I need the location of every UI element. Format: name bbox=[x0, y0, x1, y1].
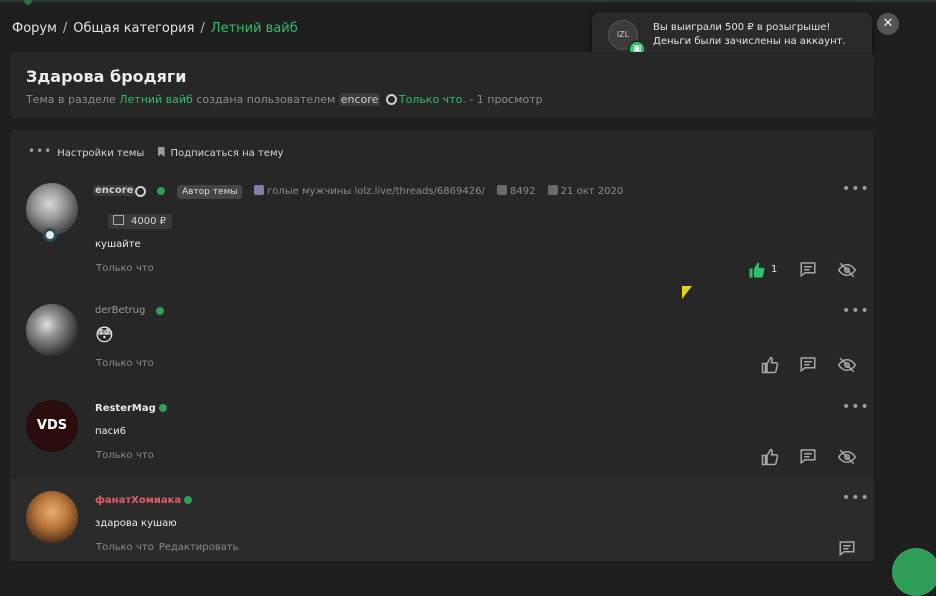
comment-icon[interactable] bbox=[838, 539, 856, 557]
post-menu-icon[interactable]: ••• bbox=[842, 400, 870, 414]
balance-value: 4000 ₽ bbox=[131, 216, 166, 227]
post-user-meta: голые мужчины lolz.live/threads/6869426/… bbox=[254, 185, 623, 197]
online-indicator bbox=[156, 307, 164, 315]
post-encore: encore Автор темы голые мужчины lolz.liv… bbox=[10, 166, 874, 286]
hide-icon[interactable] bbox=[837, 261, 857, 279]
post-time-label[interactable]: Только что bbox=[96, 542, 154, 553]
post-time[interactable]: Только что bbox=[96, 450, 154, 461]
post-restermag: VDS ResterMag паси6 Только что ••• bbox=[10, 386, 874, 478]
like-icon bbox=[497, 185, 508, 195]
meta-created: создана пользователем bbox=[196, 93, 336, 106]
breadcrumb-item-section[interactable]: Летний вайб bbox=[211, 21, 298, 36]
notification-line1: Вы выиграли 500 ₽ в розыгрыше! bbox=[653, 22, 831, 33]
online-indicator bbox=[184, 496, 192, 504]
notification-line2: Деньги были зачислены на аккаунт. bbox=[653, 36, 846, 47]
avatar[interactable] bbox=[26, 491, 78, 543]
post-message: кушайте bbox=[95, 239, 141, 250]
post-time[interactable]: Только что bbox=[96, 263, 154, 274]
shield-icon bbox=[43, 228, 57, 242]
like-icon[interactable] bbox=[748, 261, 766, 279]
shield-icon bbox=[135, 186, 146, 197]
online-indicator bbox=[157, 187, 165, 195]
author-link[interactable]: encore bbox=[338, 93, 381, 106]
post-message: здарова кушаю bbox=[95, 518, 177, 529]
online-indicator bbox=[159, 404, 167, 412]
post-time: Только что Редактировать bbox=[96, 542, 239, 553]
breadcrumb: Форум / Общая категория / Летний вайб bbox=[12, 21, 298, 36]
post-menu-icon[interactable]: ••• bbox=[842, 182, 870, 196]
post-menu-icon[interactable]: ••• bbox=[842, 304, 870, 318]
hide-icon[interactable] bbox=[837, 448, 857, 466]
breadcrumb-item-category[interactable]: Общая категория bbox=[73, 21, 194, 36]
breadcrumb-separator: / bbox=[62, 21, 68, 36]
like-count: 1 bbox=[771, 264, 778, 275]
avatar[interactable] bbox=[26, 183, 78, 235]
subscribe-button[interactable]: Подписаться на тему bbox=[171, 148, 284, 159]
close-icon[interactable]: ✕ bbox=[877, 13, 899, 35]
avatar[interactable]: VDS bbox=[26, 400, 78, 452]
nick[interactable]: фанатХомиака bbox=[95, 495, 181, 506]
shield-icon bbox=[385, 94, 397, 105]
floating-action-button[interactable] bbox=[892, 548, 936, 596]
notification-text: Вы выиграли 500 ₽ в розыгрыше! Деньги бы… bbox=[653, 21, 846, 49]
post-fanathomiaka: фанатХомиака здарова кушаю Только что Ред… bbox=[10, 478, 874, 561]
thread-settings-button[interactable]: Настройки темы bbox=[57, 148, 144, 159]
hide-icon[interactable] bbox=[837, 356, 857, 374]
comment-icon[interactable] bbox=[799, 355, 817, 373]
mouse-cursor bbox=[682, 286, 692, 299]
post-message: 😳 bbox=[95, 325, 114, 346]
like-icon[interactable] bbox=[761, 448, 779, 466]
reg-date: 21 окт 2020 bbox=[560, 186, 624, 197]
post-time[interactable]: Только что bbox=[96, 358, 154, 369]
post-message: паси6 bbox=[95, 426, 127, 437]
breadcrumb-item-forum[interactable]: Форум bbox=[12, 21, 57, 36]
breadcrumb-separator: / bbox=[200, 21, 205, 36]
thread-posts: ••• Настройки темы Подписаться на тему en… bbox=[10, 130, 874, 561]
author-badge: Автор темы bbox=[177, 185, 243, 199]
edit-button[interactable]: Редактировать bbox=[159, 542, 239, 553]
thread-time[interactable]: Только что. bbox=[399, 93, 466, 106]
section-link[interactable]: Летний вайб bbox=[119, 93, 193, 106]
thread-options: ••• Настройки темы Подписаться на тему bbox=[28, 144, 283, 159]
gift-icon bbox=[113, 215, 124, 225]
nick[interactable]: encore bbox=[93, 185, 136, 196]
top-progress-bar bbox=[0, 0, 936, 6]
balance-badge: 4000 ₽ bbox=[108, 214, 172, 229]
comment-icon[interactable] bbox=[799, 260, 817, 278]
meta-prefix: Тема в разделе bbox=[26, 93, 116, 106]
post-menu-icon[interactable]: ••• bbox=[842, 491, 870, 505]
post-derbetrug: derBetrug 😳 Только что ••• bbox=[10, 290, 874, 386]
thread-header: Здарова бродяги Тема в разделе Летний ва… bbox=[10, 52, 874, 118]
nick[interactable]: ResterMag bbox=[95, 403, 156, 414]
bookmark-icon bbox=[157, 147, 165, 157]
thread-views: - 1 просмотр bbox=[469, 93, 543, 106]
user-status: голые мужчины lolz.live/threads/6869426/ bbox=[267, 186, 485, 197]
likes-total: 8492 bbox=[510, 186, 536, 197]
like-icon[interactable] bbox=[761, 356, 779, 374]
dots-icon: ••• bbox=[28, 144, 53, 158]
avatar[interactable] bbox=[26, 304, 78, 356]
calendar-icon bbox=[547, 185, 558, 195]
page-title: Здарова бродяги bbox=[26, 67, 187, 86]
nick[interactable]: derBetrug bbox=[95, 305, 145, 316]
thread-meta: Тема в разделе Летний вайб создана польз… bbox=[26, 93, 543, 106]
comment-icon[interactable] bbox=[799, 447, 817, 465]
status-icon bbox=[254, 185, 264, 195]
